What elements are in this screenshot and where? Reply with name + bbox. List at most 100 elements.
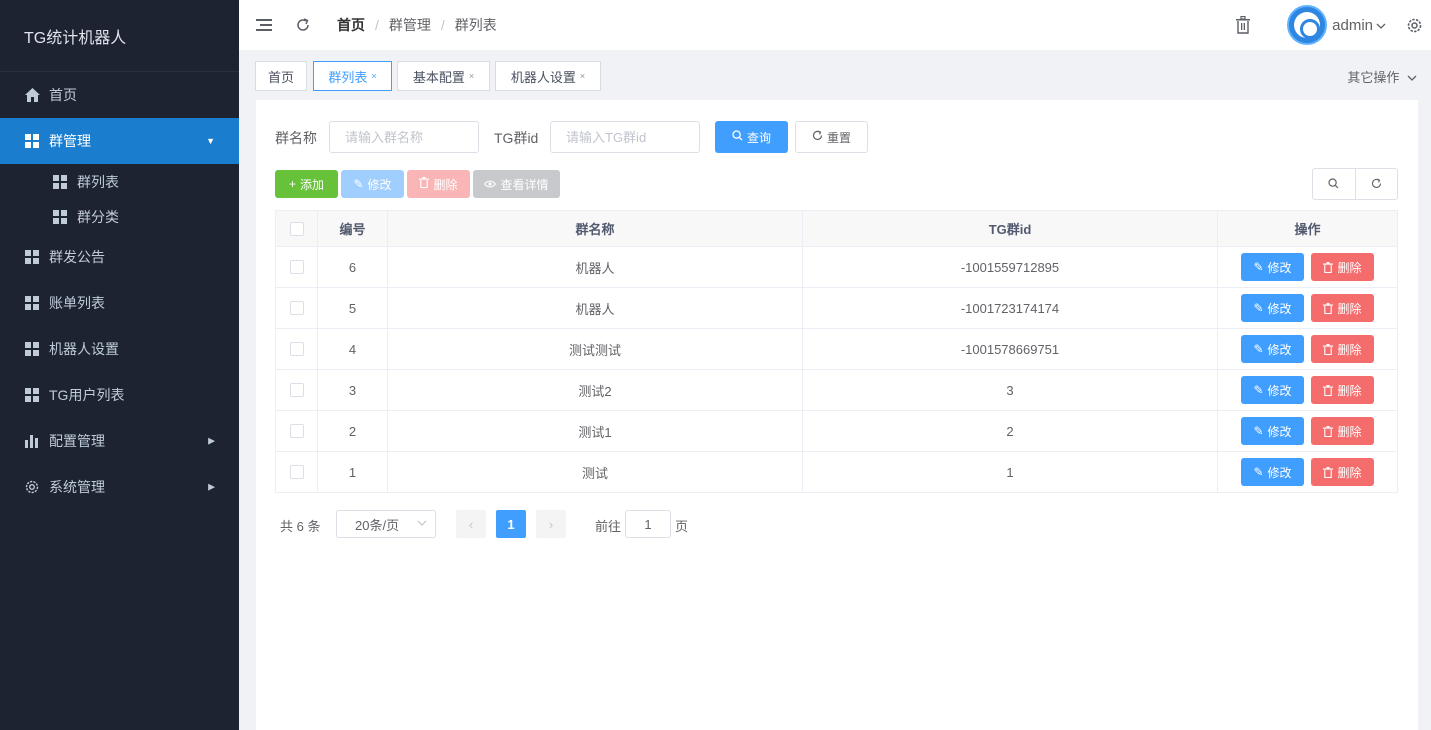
sidebar-item-broadcast[interactable]: 群发公告 [0,234,239,280]
column-header: 群名称 [388,211,803,246]
row-select-cell [276,247,318,287]
row-checkbox[interactable] [289,301,304,315]
cell-id: 2 [318,411,388,451]
reset-button[interactable]: 重置 [795,121,868,153]
trash-icon [1323,466,1334,478]
refresh-table-button[interactable] [1354,169,1398,199]
sidebar-subitem-label: 群列表 [77,173,119,190]
sidebar-item-config[interactable]: 配置管理 ▶ [0,418,239,464]
sidebar-item-tg-users[interactable]: TG用户列表 [0,372,239,418]
row-select-cell [276,288,318,328]
prev-page-button[interactable]: ‹ [456,510,486,538]
chevron-right-icon: › [548,516,554,532]
close-icon[interactable]: × [580,71,585,81]
close-icon[interactable]: × [469,71,474,81]
sidebar-item-group-management[interactable]: 群管理 ▼ [0,118,239,164]
header-select-all-cell [276,211,318,246]
settings-icon[interactable] [1404,15,1424,35]
delete-button-label: 删除 [433,177,458,192]
cell-tg-group-id: 3 [803,370,1218,410]
row-edit-button[interactable]: ✎ 修改 [1241,417,1304,445]
row-delete-label: 删除 [1337,465,1362,480]
tab-bot-settings[interactable]: 机器人设置 × [495,61,601,91]
sidebar-item-bills[interactable]: 账单列表 [0,280,239,326]
cell-actions: ✎ 修改 删除 [1218,329,1397,369]
row-select-cell [276,370,318,410]
username[interactable]: admin [1332,17,1373,34]
sidebar-item-bot-settings[interactable]: 机器人设置 [0,326,239,372]
row-select-cell [276,452,318,492]
sidebar-item-system[interactable]: 系统管理 ▶ [0,464,239,510]
tab-home[interactable]: 首页 [255,61,307,91]
row-checkbox[interactable] [289,465,304,479]
row-edit-button[interactable]: ✎ 修改 [1241,376,1304,404]
toggle-search-button[interactable] [1313,169,1355,199]
row-checkbox[interactable] [289,260,304,274]
next-page-button[interactable]: › [536,510,566,538]
app-title: TG统计机器人 [0,0,239,72]
tab-basic-config[interactable]: 基本配置 × [397,61,490,91]
row-edit-button[interactable]: ✎ 修改 [1241,253,1304,281]
tab-group-list[interactable]: 群列表 × [313,61,392,91]
delete-button[interactable]: 删除 [407,170,470,198]
avatar[interactable] [1287,5,1328,45]
row-delete-button[interactable]: 删除 [1311,458,1374,486]
search-icon [1328,177,1339,192]
sidebar-item-label: 系统管理 [49,479,105,495]
edit-icon: ✎ [1253,342,1264,356]
breadcrumb: 首页 / 群管理 / 群列表 [337,15,497,35]
cell-actions: ✎ 修改 删除 [1218,247,1397,287]
sidebar-subitem-group-category[interactable]: 群分类 [0,199,239,234]
grid-icon [24,387,40,403]
cell-group-name: 测试1 [388,411,803,451]
edit-icon: ✎ [353,177,364,191]
other-operations-dropdown[interactable]: 其它操作 [1347,67,1417,86]
view-detail-button[interactable]: 查看详情 [473,170,560,198]
cell-actions: ✎ 修改 删除 [1218,452,1397,492]
sidebar-subitem-label: 群分类 [77,208,119,225]
goto-page-input[interactable] [625,510,671,538]
trash-icon[interactable] [1233,15,1253,35]
sidebar-subitem-group-list[interactable]: 群列表 [0,164,239,199]
row-delete-button[interactable]: 删除 [1311,376,1374,404]
breadcrumb-group-management[interactable]: 群管理 [389,15,431,35]
tab-label: 群列表 [328,69,368,85]
row-edit-button[interactable]: ✎ 修改 [1241,335,1304,363]
row-checkbox[interactable] [289,424,304,438]
cell-tg-group-id: -1001723174174 [803,288,1218,328]
edit-icon: ✎ [1253,424,1264,438]
row-edit-button[interactable]: ✎ 修改 [1241,458,1304,486]
edit-icon: ✎ [1253,383,1264,397]
add-button[interactable]: + 添加 [275,170,338,198]
sidebar-item-label: TG用户列表 [49,387,125,403]
row-delete-button[interactable]: 删除 [1311,335,1374,363]
edit-button[interactable]: ✎ 修改 [341,170,404,198]
sidebar-item-label: 群发公告 [49,249,105,265]
grid-icon [24,341,40,357]
row-checkbox[interactable] [289,342,304,356]
breadcrumb-separator: / [440,17,445,33]
close-icon[interactable]: × [371,71,376,81]
trash-icon [1323,261,1334,273]
sidebar-item-home[interactable]: 首页 [0,72,239,118]
hamburger-icon[interactable] [254,15,274,35]
row-edit-button[interactable]: ✎ 修改 [1241,294,1304,322]
query-button[interactable]: 查询 [715,121,788,153]
select-all-checkbox[interactable] [289,221,304,236]
main-content: 群名称 TG群id 查询 重置 + 添加 ✎ 修改 删除 查看详情 [256,100,1418,730]
refresh-icon[interactable] [293,15,313,35]
cell-group-name: 测试 [388,452,803,492]
group-name-input[interactable] [329,121,479,153]
page-size-select[interactable]: 20条/页 [336,510,436,538]
row-checkbox[interactable] [289,383,304,397]
add-button-label: 添加 [300,177,325,192]
row-delete-button[interactable]: 删除 [1311,417,1374,445]
row-delete-button[interactable]: 删除 [1311,253,1374,281]
group-name-label: 群名称 [275,130,317,146]
cell-actions: ✎ 修改 删除 [1218,370,1397,410]
breadcrumb-home[interactable]: 首页 [337,15,365,35]
chevron-down-icon[interactable] [1376,18,1386,33]
row-delete-button[interactable]: 删除 [1311,294,1374,322]
tg-group-id-input[interactable] [550,121,700,153]
page-number-current[interactable]: 1 [496,510,526,538]
